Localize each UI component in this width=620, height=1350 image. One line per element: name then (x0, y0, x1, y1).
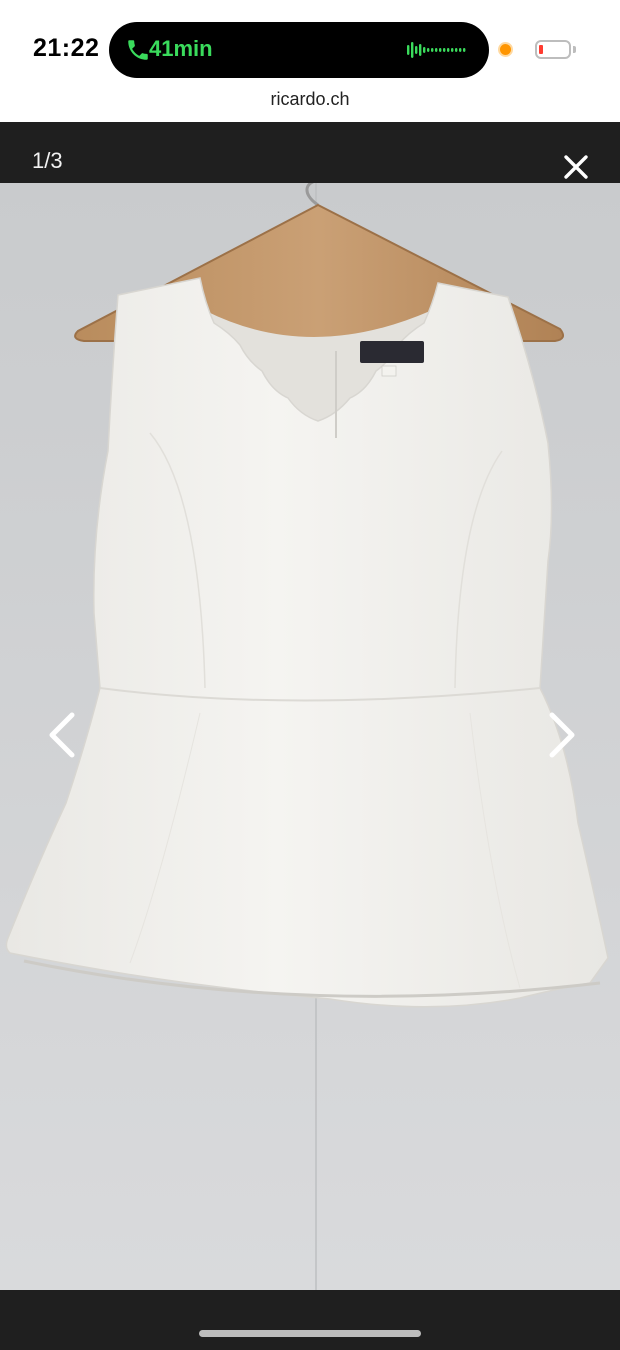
battery-level (539, 45, 543, 54)
call-duration: 41min (149, 36, 213, 61)
dynamic-island-call[interactable]: 41min (109, 22, 489, 78)
home-indicator[interactable] (199, 1330, 421, 1337)
phone-icon (128, 40, 148, 60)
url-bar[interactable]: ricardo.ch (0, 89, 620, 110)
gallery-footer (0, 1290, 620, 1350)
image-counter: 1/3 (32, 148, 63, 173)
battery-icon (535, 40, 571, 59)
status-bar: 21:22 41min (0, 0, 620, 92)
close-icon[interactable] (560, 150, 592, 184)
chevron-left-icon[interactable] (42, 707, 82, 763)
chevron-right-icon[interactable] (542, 707, 582, 763)
gallery-header: 1/3 (0, 122, 620, 183)
battery-cap (573, 46, 576, 53)
product-photo[interactable] (0, 183, 620, 1290)
status-time: 21:22 (33, 34, 100, 62)
waveform-icon (407, 42, 466, 58)
product-image (0, 183, 620, 1290)
recording-indicator (498, 42, 513, 57)
